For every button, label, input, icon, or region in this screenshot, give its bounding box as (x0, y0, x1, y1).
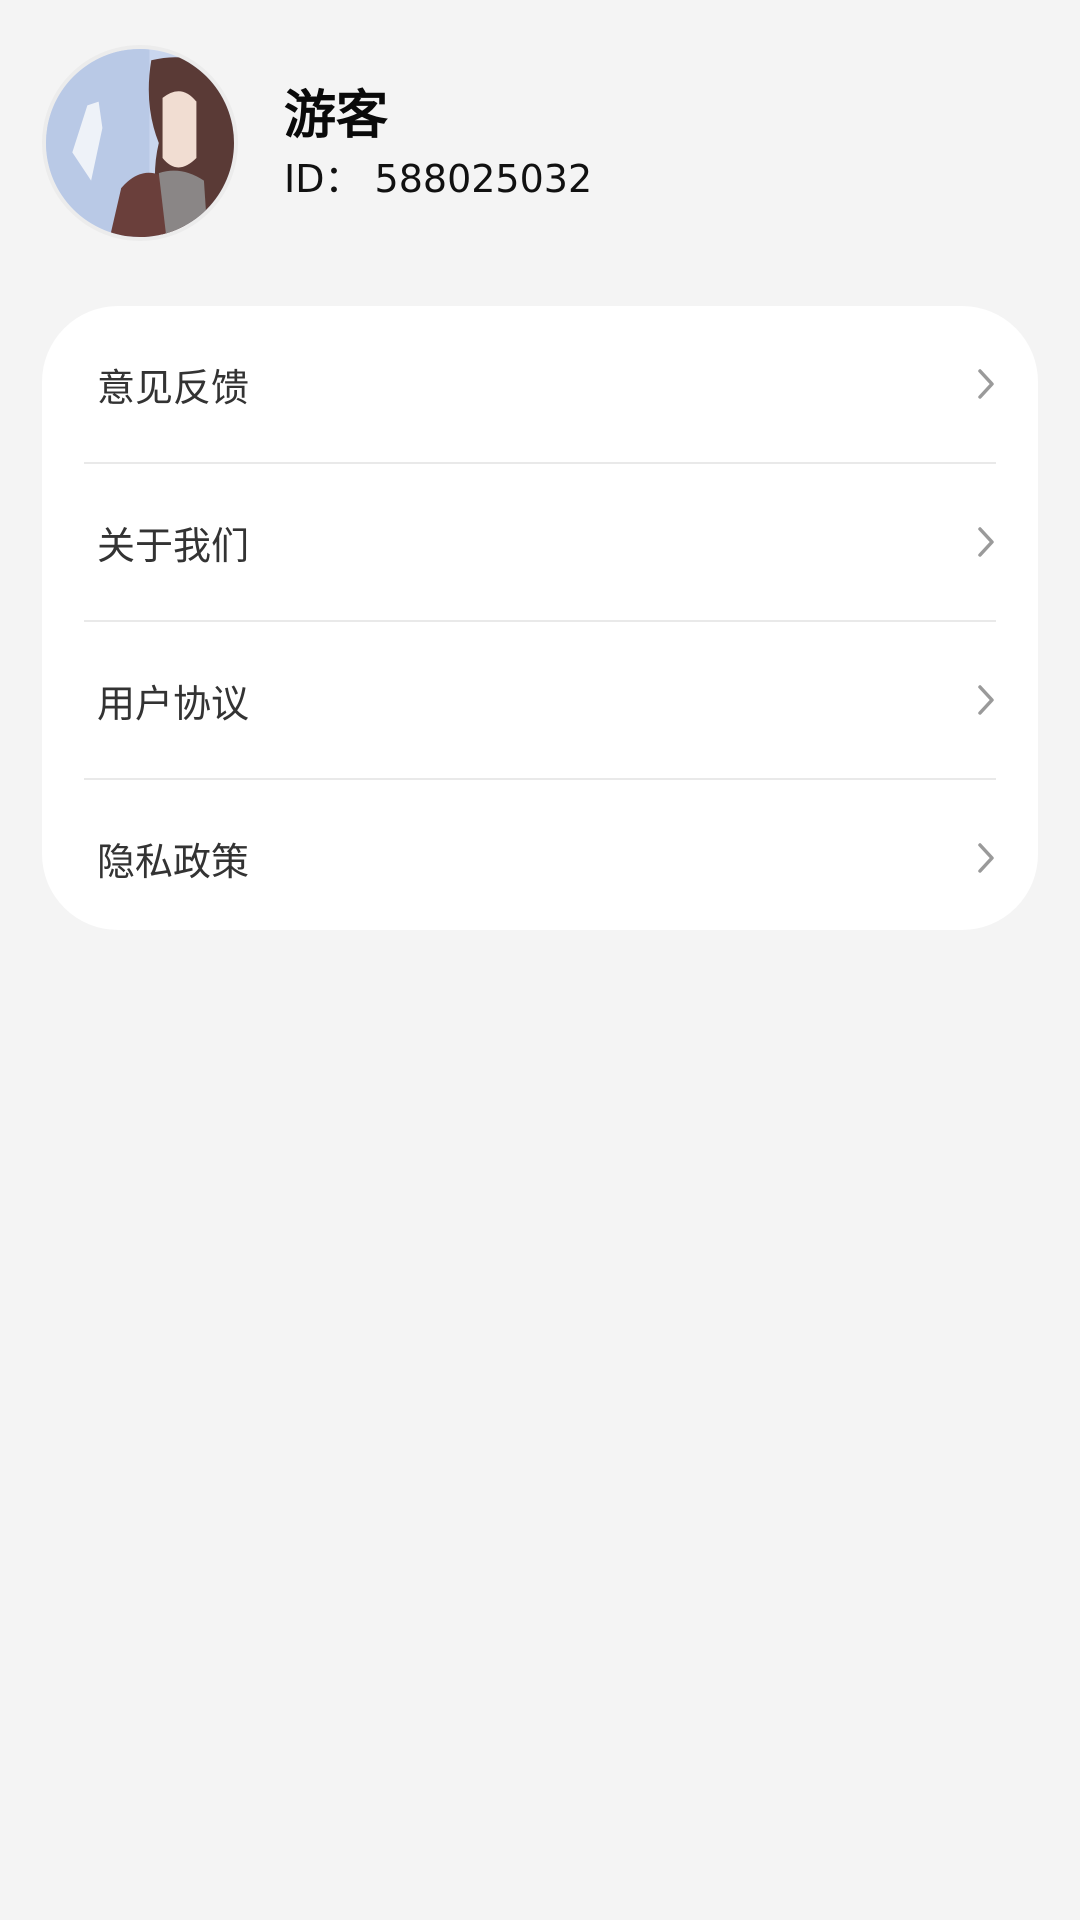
user-name: 游客 (284, 86, 389, 146)
menu-item-user-agreement[interactable]: 用户协议 (42, 622, 1038, 778)
menu-item-label: 用户协议 (97, 681, 250, 726)
user-id: ID： 588025032 (284, 157, 593, 201)
avatar[interactable] (42, 45, 238, 241)
menu-item-label: 隐私政策 (97, 839, 250, 884)
menu-item-feedback[interactable]: 意见反馈 (42, 306, 1038, 462)
menu-item-label: 意见反馈 (97, 365, 250, 410)
menu-item-about-us[interactable]: 关于我们 (42, 464, 1038, 620)
settings-menu-card: 意见反馈 关于我们 用户协议 隐私政策 (42, 306, 1038, 930)
avatar-photo (46, 49, 234, 237)
chevron-right-icon (974, 366, 998, 402)
menu-item-privacy-policy[interactable]: 隐私政策 (42, 780, 1038, 930)
chevron-right-icon (974, 682, 998, 718)
profile-header: 游客 ID： 588025032 (42, 45, 1042, 245)
chevron-right-icon (974, 524, 998, 560)
chevron-right-icon (974, 840, 998, 876)
menu-item-label: 关于我们 (97, 523, 250, 568)
